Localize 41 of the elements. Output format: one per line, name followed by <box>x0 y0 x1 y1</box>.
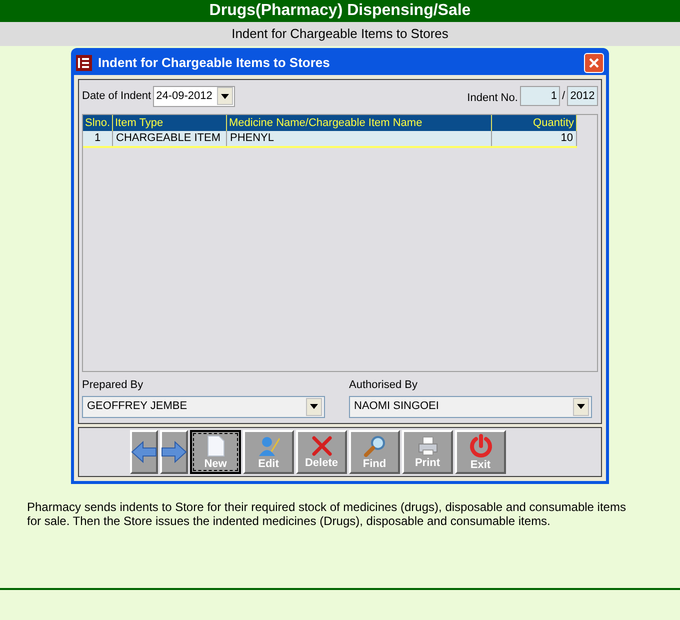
field-value: GEOFFREY JEMBE <box>87 399 188 414</box>
indent-number-field[interactable]: 1 <box>520 86 560 106</box>
forward-button[interactable] <box>160 430 188 474</box>
back-button[interactable] <box>130 430 158 474</box>
date-field[interactable]: 24-09-2012 <box>153 86 236 106</box>
indent-year-field[interactable]: 2012 <box>567 86 598 106</box>
table-cell: CHARGEABLE ITEM <box>113 131 227 146</box>
app-icon <box>76 55 92 71</box>
dropdown-field[interactable]: NAOMI SINGOEI <box>349 396 592 418</box>
dropdown-field[interactable]: GEOFFREY JEMBE <box>82 396 325 418</box>
authorised-by-label: Authorised By <box>349 378 418 393</box>
description-text: Pharmacy sends indents to Store for their required stock of medicines (drugs), disposable and consumable items for sale. Then the Store issues the indented medicines (Drugs), disposable and consumable items. <box>27 500 627 528</box>
indent-number-label: Indent No. <box>467 90 518 106</box>
date-label: Date of Indent <box>82 88 152 104</box>
separator-text: / <box>562 88 565 104</box>
table-cell: 10 <box>492 131 577 146</box>
right-arrow-icon <box>161 441 187 463</box>
table-cell: PHENYL <box>227 131 492 146</box>
document-icon <box>206 434 224 456</box>
caret-icon <box>221 94 230 98</box>
close-icon <box>589 58 599 68</box>
prepared-by-label: Prepared By <box>82 378 144 393</box>
dropdown-button[interactable] <box>306 398 322 416</box>
window-title: Indent for Chargeable Items to Stores <box>98 54 331 72</box>
table-cell: 1 <box>83 131 113 146</box>
app-header: Drugs(Pharmacy) Dispensing/Sale <box>0 0 680 22</box>
dropdown-button[interactable] <box>573 398 589 416</box>
page-subtitle: Indent for Chargeable Items to Stores <box>0 22 680 46</box>
table-row[interactable]: 1 CHARGEABLE ITEM PHENYL 10 <box>83 131 577 148</box>
left-arrow-icon <box>131 441 157 463</box>
cross-icon <box>310 436 332 456</box>
magnifier-icon <box>362 434 386 456</box>
close-button[interactable] <box>584 53 604 73</box>
power-icon <box>468 434 492 458</box>
person-pencil-icon <box>256 434 280 456</box>
field-value: 24-09-2012 <box>156 88 212 104</box>
dropdown-button[interactable] <box>217 87 234 105</box>
caret-icon <box>577 404 585 409</box>
field-value: NAOMI SINGOEI <box>354 399 439 414</box>
printer-icon <box>416 436 438 456</box>
caret-icon <box>310 404 318 409</box>
